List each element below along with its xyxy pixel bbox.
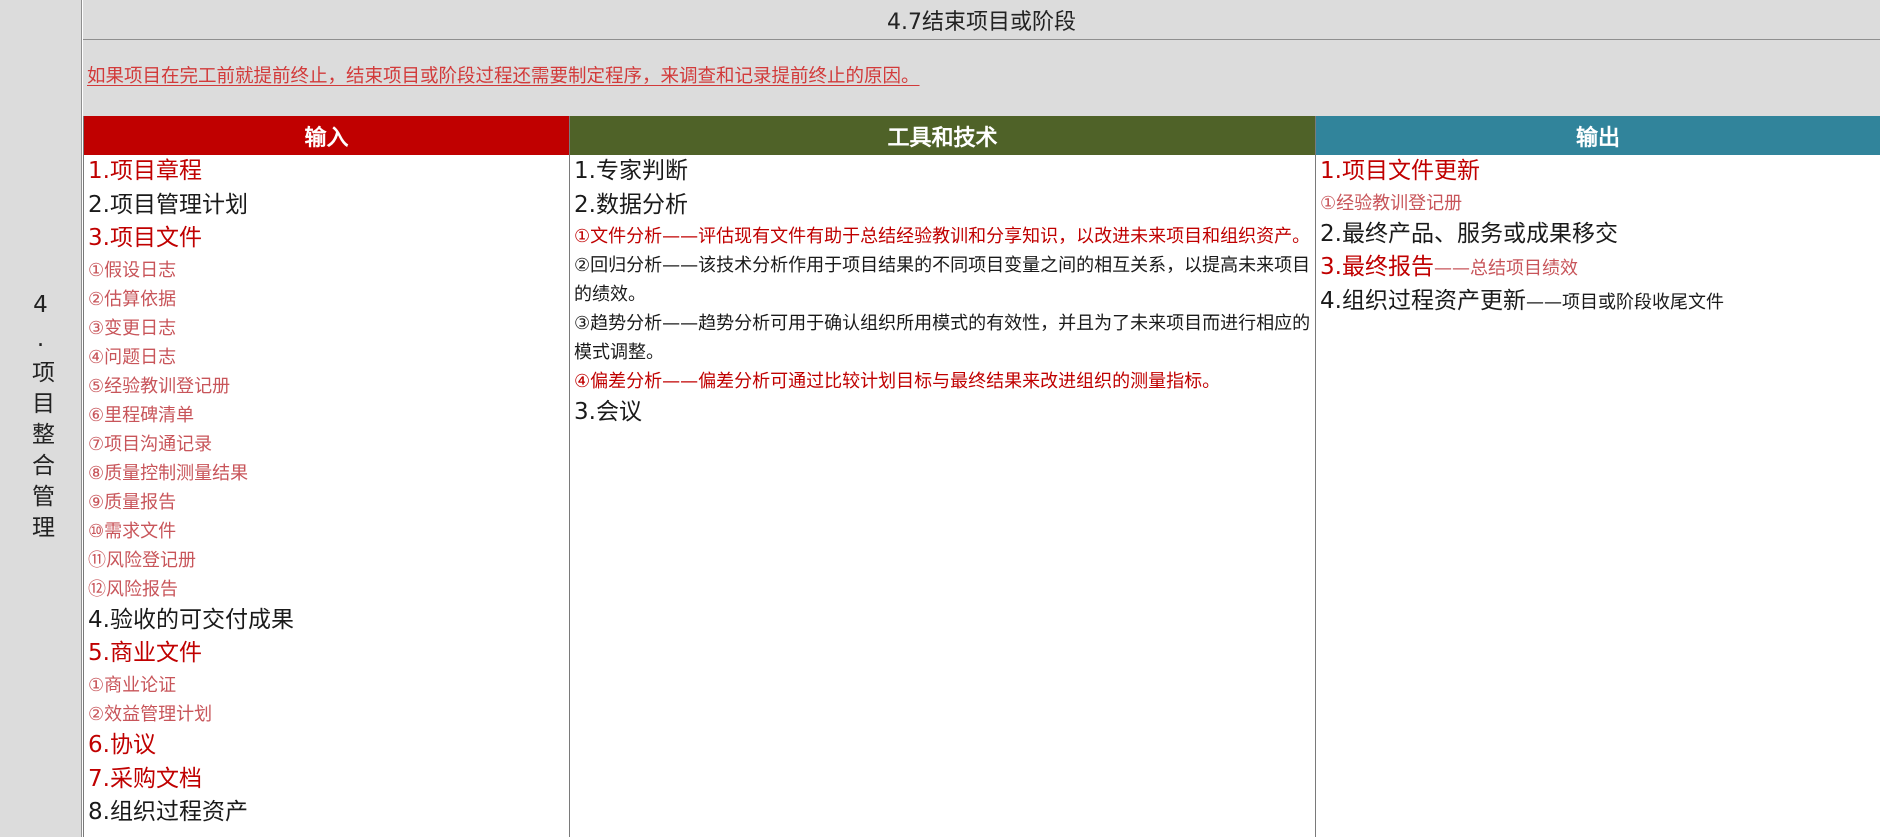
input-item: 6.协议: [88, 731, 156, 758]
tool-description: ①文件分析——评估现有文件有助于总结经验教训和分享知识，以改进未来项目和组织资产…: [574, 226, 1311, 248]
inputs-header: 输入: [83, 116, 569, 155]
input-subitem: ④问题日志: [88, 346, 177, 368]
input-subitem: ⑪风险登记册: [88, 549, 196, 571]
input-item: 4.验收的可交付成果: [88, 606, 294, 633]
tool-item: 1.专家判断: [574, 158, 688, 184]
output-subitem: ①经验教训登记册: [1320, 192, 1463, 214]
input-subitem: ⑫风险报告: [88, 578, 178, 600]
page-title-bar: 4.7结束项目或阶段: [83, 0, 1880, 40]
input-subitem: ②估算依据: [88, 288, 177, 310]
output-item: 3.最终报告——总结项目绩效: [1320, 251, 1880, 285]
input-subitem: ②效益管理计划: [88, 703, 213, 725]
tool-description: ②回归分析——该技术分析作用于项目结果的不同项目变量之间的相互关系，以提高未来项…: [574, 255, 1311, 306]
output-item-detail: ——总结项目绩效: [1433, 258, 1578, 280]
input-subitem: ①商业论证: [88, 674, 177, 696]
note-bar: 如果项目在完工前就提前终止，结束项目或阶段过程还需要制定程序，来调查和记录提前终…: [83, 40, 1880, 116]
note-text: 如果项目在完工前就提前终止，结束项目或阶段过程还需要制定程序，来调查和记录提前终…: [87, 66, 920, 87]
input-item: 3.项目文件: [88, 225, 202, 252]
output-item-detail: ——项目或阶段收尾文件: [1525, 291, 1724, 313]
tools-header-label: 工具和技术: [887, 125, 998, 151]
tool-item: 3.会议: [574, 399, 642, 426]
tool-description: ④偏差分析——偏差分析可通过比较计划目标与最终结果来改进组织的测量指标。: [574, 371, 1221, 393]
outputs-header: 输出: [1315, 116, 1880, 155]
outputs-header-label: 输出: [1575, 125, 1620, 151]
side-category-label: 4.项目整合管理: [27, 291, 54, 546]
inputs-header-label: 输入: [304, 125, 349, 151]
output-item: 1.项目文件更新: [1320, 158, 1480, 184]
page-title: 4.7结束项目或阶段: [887, 9, 1076, 35]
tools-column: 1.专家判断 2.数据分析 ①文件分析——评估现有文件有助于总结经验教训和分享知…: [569, 155, 1315, 837]
tools-header: 工具和技术: [569, 116, 1315, 155]
inputs-column: 1.项目章程 2.项目管理计划 3.项目文件 ①假设日志 ②估算依据 ③变更日志…: [83, 155, 569, 837]
input-item: 5.商业文件: [88, 640, 202, 667]
input-subitem: ①假设日志: [88, 259, 177, 281]
input-item: 8.组织过程资产: [88, 799, 248, 826]
output-item-label: 4.组织过程资产更新: [1320, 287, 1526, 314]
input-subitem: ⑨质量报告: [88, 491, 177, 513]
input-item: 7.采购文档: [88, 765, 202, 792]
output-item: 2.最终产品、服务或成果移交: [1320, 220, 1618, 247]
input-subitem: ⑩需求文件: [88, 520, 177, 542]
input-subitem: ⑤经验教训登记册: [88, 375, 231, 397]
input-item: 1.项目章程: [88, 158, 202, 184]
tool-item: 2.数据分析: [574, 191, 688, 218]
input-subitem: ⑥里程碑清单: [88, 404, 195, 426]
process-sheet: 4.项目整合管理 4.7结束项目或阶段 如果项目在完工前就提前终止，结束项目或阶…: [0, 0, 1880, 837]
output-item: 4.组织过程资产更新——项目或阶段收尾文件: [1320, 285, 1880, 319]
outputs-column: 1.项目文件更新 ①经验教训登记册 2.最终产品、服务或成果移交 3.最终报告—…: [1315, 155, 1880, 837]
side-category: 4.项目整合管理: [0, 0, 82, 837]
tool-description: ③趋势分析——趋势分析可用于确认组织所用模式的有效性，并且为了未来项目而进行相应…: [574, 313, 1311, 364]
input-item: 2.项目管理计划: [88, 191, 248, 218]
input-subitem: ⑧质量控制测量结果: [88, 462, 249, 484]
output-item-label: 3.最终报告: [1320, 254, 1434, 281]
input-subitem: ③变更日志: [88, 317, 177, 339]
input-subitem: ⑦项目沟通记录: [88, 433, 213, 455]
